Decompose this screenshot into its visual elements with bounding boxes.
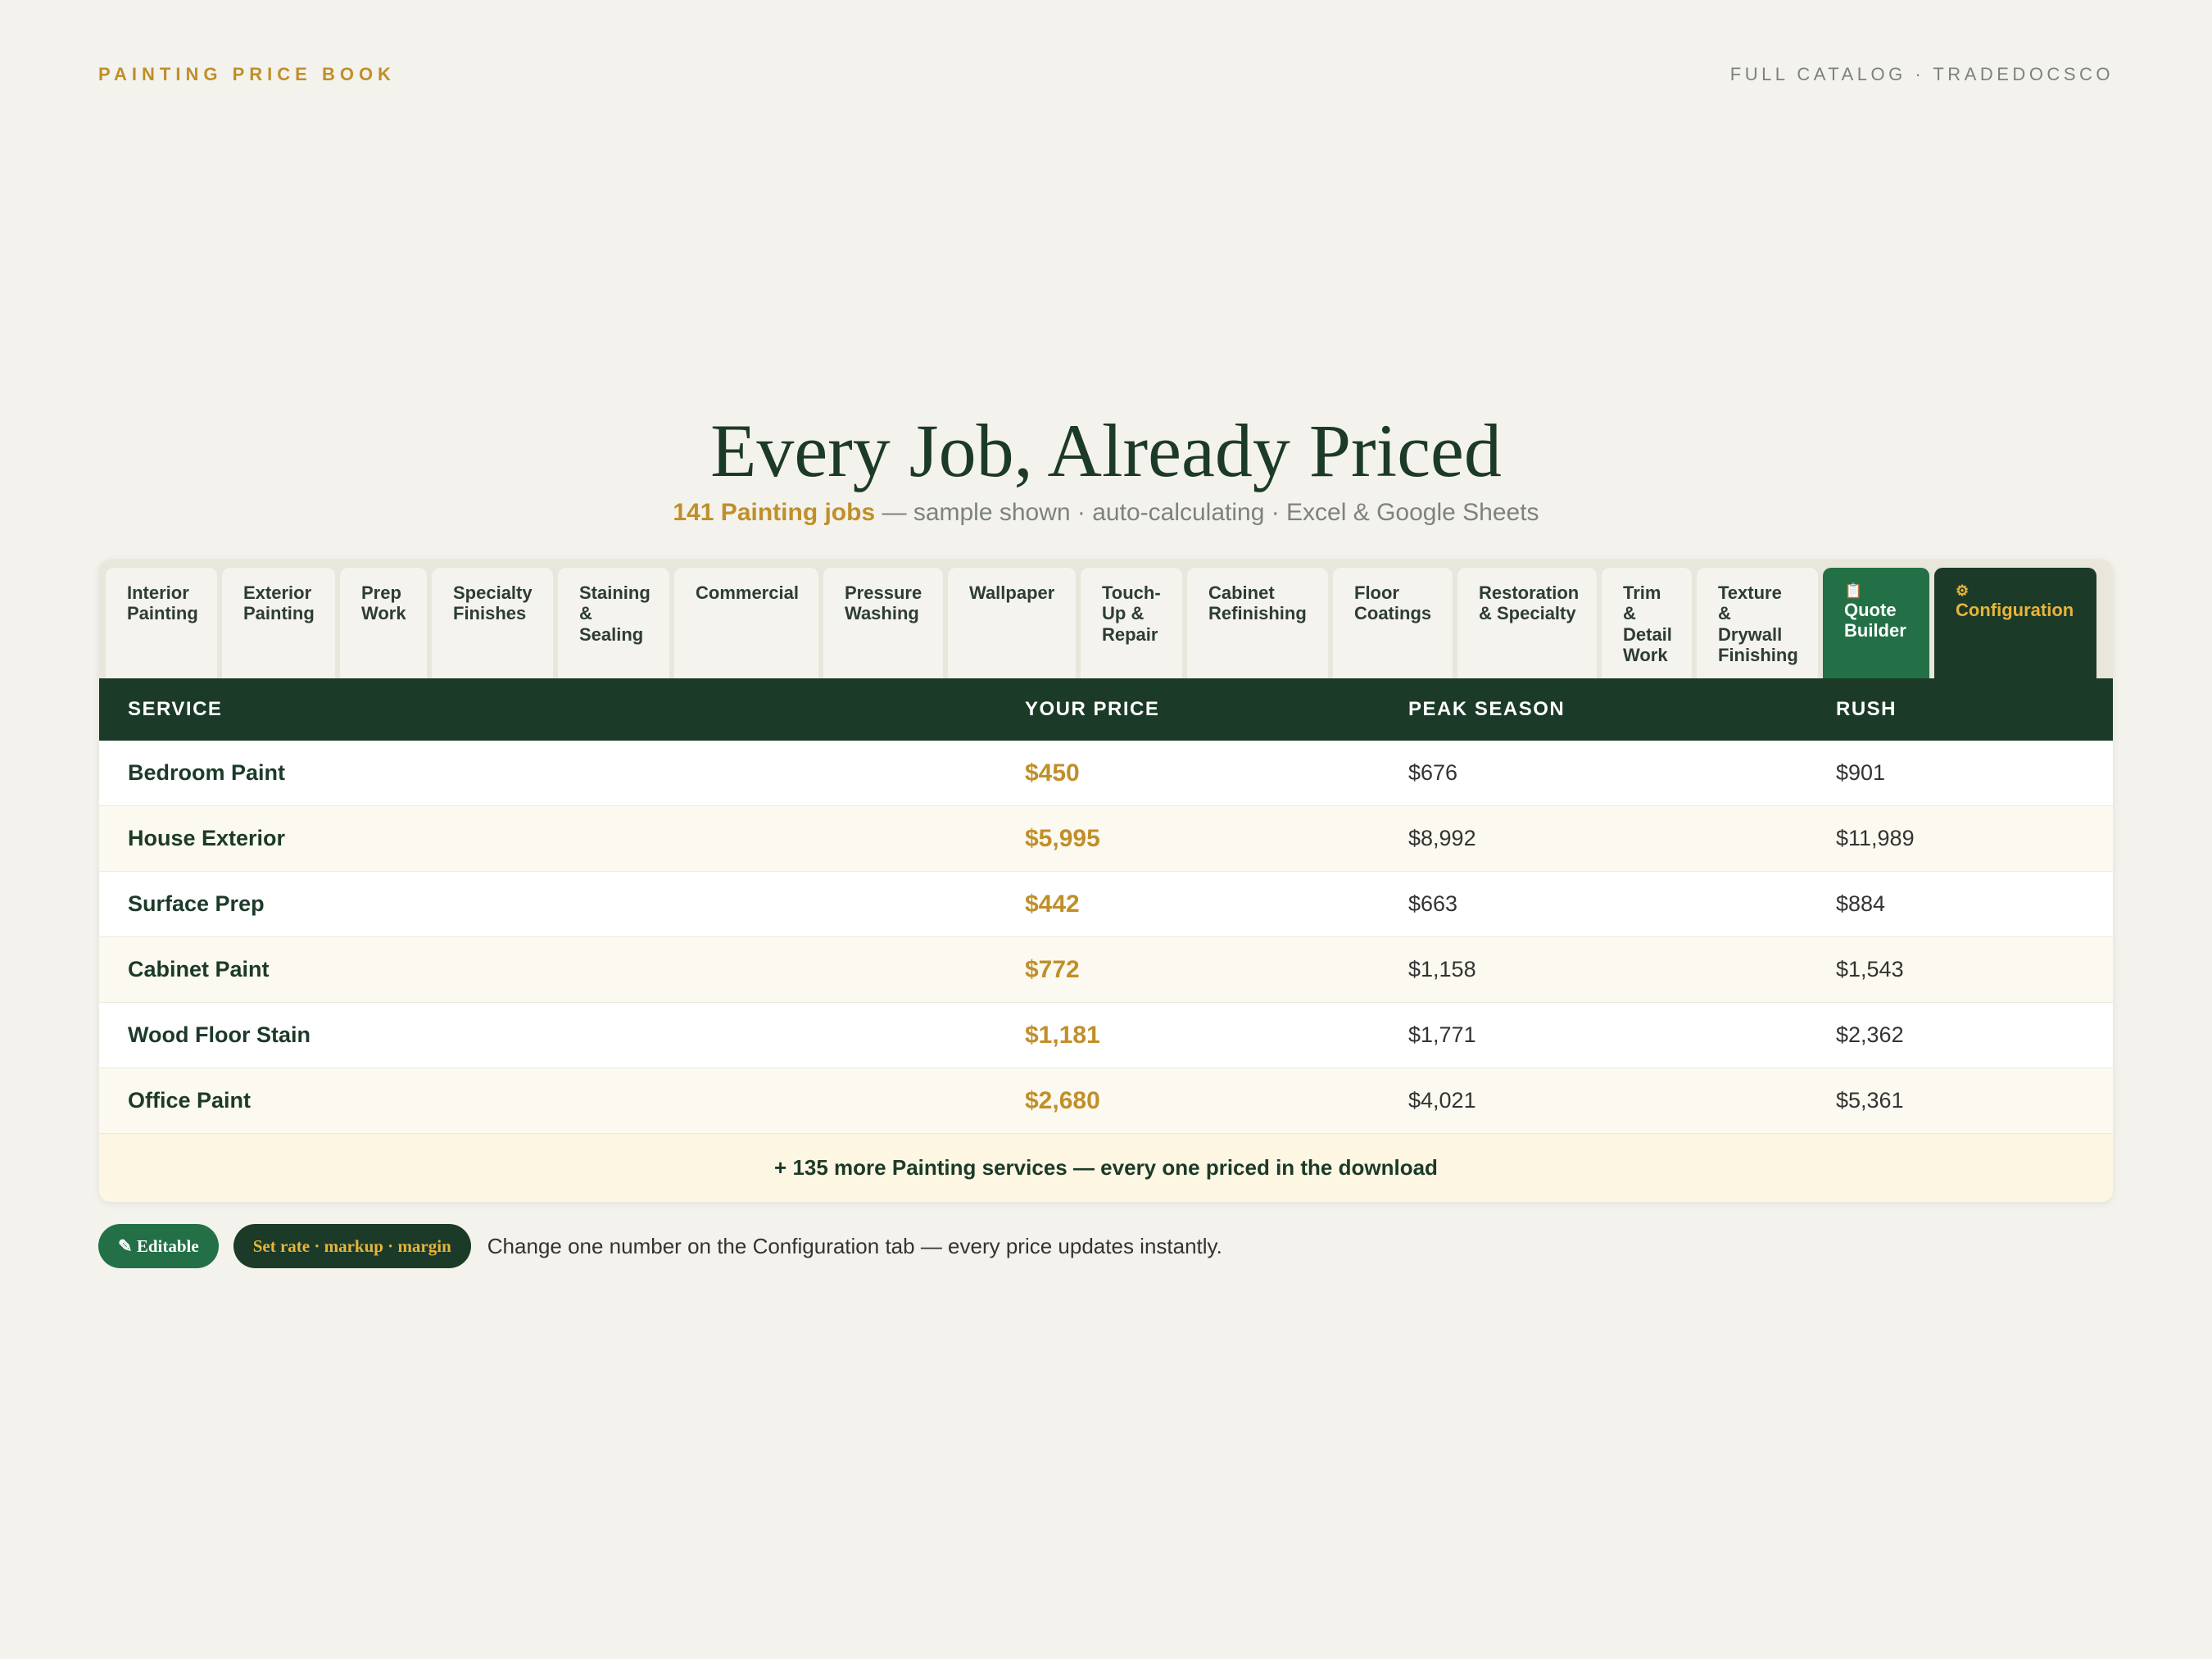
- cell-your-price: $450: [1025, 759, 1080, 786]
- top-bar: PAINTING PRICE BOOK FULL CATALOG · TRADE…: [98, 64, 2114, 85]
- table-row: Bedroom Paint $450 $676 $901: [99, 741, 2113, 806]
- hero: Every Job, Already Priced 141 Painting j…: [0, 409, 2212, 527]
- column-header-service: SERVICE: [128, 698, 223, 720]
- table-row: House Exterior $5,995 $8,992 $11,989: [99, 806, 2113, 872]
- table-header: SERVICE YOUR PRICE PEAK SEASON RUSH: [99, 678, 2113, 741]
- cell-peak-season: $8,992: [1408, 826, 1476, 850]
- tab-touch-up-repair[interactable]: Touch-Up & Repair: [1081, 568, 1182, 678]
- tab-interior-painting[interactable]: Interior Painting: [106, 568, 217, 678]
- tab-wallpaper[interactable]: Wallpaper: [948, 568, 1076, 678]
- cell-peak-season: $1,158: [1408, 957, 1476, 981]
- cell-rush: $5,361: [1836, 1088, 1904, 1113]
- cell-rush: $1,543: [1836, 957, 1904, 981]
- column-header-rush: RUSH: [1836, 698, 1897, 720]
- tab-trim-detail-work[interactable]: Trim & Detail Work: [1602, 568, 1692, 678]
- cell-rush: $2,362: [1836, 1022, 1904, 1047]
- tab-configuration[interactable]: ⚙ Configuration: [1934, 568, 2096, 678]
- table-row: Office Paint $2,680 $4,021 $5,361: [99, 1068, 2113, 1134]
- cell-service: Office Paint: [128, 1088, 252, 1113]
- cell-service: Wood Floor Stain: [128, 1022, 310, 1047]
- cell-peak-season: $676: [1408, 760, 1458, 785]
- cell-peak-season: $663: [1408, 891, 1458, 916]
- cell-your-price: $1,181: [1025, 1021, 1100, 1049]
- tab-pressure-washing[interactable]: Pressure Washing: [823, 568, 943, 678]
- tab-label: Configuration: [1956, 599, 2074, 620]
- cell-peak-season: $1,771: [1408, 1022, 1476, 1047]
- cell-your-price: $2,680: [1025, 1086, 1100, 1114]
- job-count: 141 Painting jobs: [673, 499, 876, 527]
- tab-texture-drywall-finishing[interactable]: Texture & Drywall Finishing: [1697, 568, 1818, 678]
- tab-exterior-painting[interactable]: Exterior Painting: [222, 568, 335, 678]
- catalog-label: FULL CATALOG · TRADEDOCSCO: [1729, 64, 2114, 84]
- editable-badge: ✎ Editable: [98, 1224, 219, 1268]
- page-title: Every Job, Already Priced: [710, 409, 1502, 492]
- cell-service: House Exterior: [128, 826, 286, 850]
- tab-cabinet-refinishing[interactable]: Cabinet Refinishing: [1187, 568, 1328, 678]
- clipboard-icon: 📋: [1844, 582, 1863, 599]
- set-rate-badge: Set rate · markup · margin: [233, 1224, 471, 1268]
- brand-label: PAINTING PRICE BOOK: [98, 64, 396, 84]
- tab-prep-work[interactable]: Prep Work: [340, 568, 427, 678]
- more-services-banner: + 135 more Painting services — every one…: [99, 1134, 2113, 1202]
- footer-bar: ✎ Editable Set rate · markup · margin Ch…: [98, 1224, 1222, 1268]
- table-body: Bedroom Paint $450 $676 $901 House Exterior $…: [99, 741, 2113, 1134]
- table-row: Surface Prep $442 $663 $884: [99, 872, 2113, 937]
- tab-restoration-specialty[interactable]: Restoration & Specialty: [1457, 568, 1597, 678]
- cell-service: Surface Prep: [128, 891, 265, 916]
- table-row: Wood Floor Stain $1,181 $1,771 $2,362: [99, 1003, 2113, 1068]
- cell-your-price: $5,995: [1025, 824, 1100, 852]
- gear-icon: ⚙: [1956, 582, 1969, 599]
- column-header-your-price: YOUR PRICE: [1025, 698, 1160, 720]
- cell-your-price: $442: [1025, 890, 1080, 918]
- tab-specialty-finishes[interactable]: Specialty Finishes: [432, 568, 553, 678]
- tab-floor-coatings[interactable]: Floor Coatings: [1333, 568, 1453, 678]
- price-table-card: Interior Painting Exterior Painting Prep W…: [99, 560, 2113, 1202]
- cell-rush: $11,989: [1836, 826, 1915, 850]
- cell-rush: $884: [1836, 891, 1886, 916]
- cell-service: Cabinet Paint: [128, 957, 270, 981]
- tab-label: Quote Builder: [1844, 599, 1906, 641]
- cell-service: Bedroom Paint: [128, 760, 286, 785]
- sheet-tabs: Interior Painting Exterior Painting Prep W…: [99, 560, 2113, 678]
- tab-staining-sealing[interactable]: Staining & Sealing: [558, 568, 669, 678]
- footer-note: Change one number on the Configuration t…: [487, 1233, 1222, 1258]
- tab-quote-builder[interactable]: 📋 Quote Builder: [1823, 568, 1929, 678]
- page-subtitle: 141 Painting jobs — sample shown · auto-…: [0, 499, 2212, 527]
- cell-your-price: $772: [1025, 955, 1080, 983]
- subtitle-rest: — sample shown · auto-calculating · Exce…: [875, 499, 1539, 527]
- tab-commercial[interactable]: Commercial: [674, 568, 818, 678]
- cell-peak-season: $4,021: [1408, 1088, 1476, 1113]
- table-row: Cabinet Paint $772 $1,158 $1,543: [99, 937, 2113, 1003]
- column-header-peak-season: PEAK SEASON: [1408, 698, 1566, 720]
- cell-rush: $901: [1836, 760, 1886, 785]
